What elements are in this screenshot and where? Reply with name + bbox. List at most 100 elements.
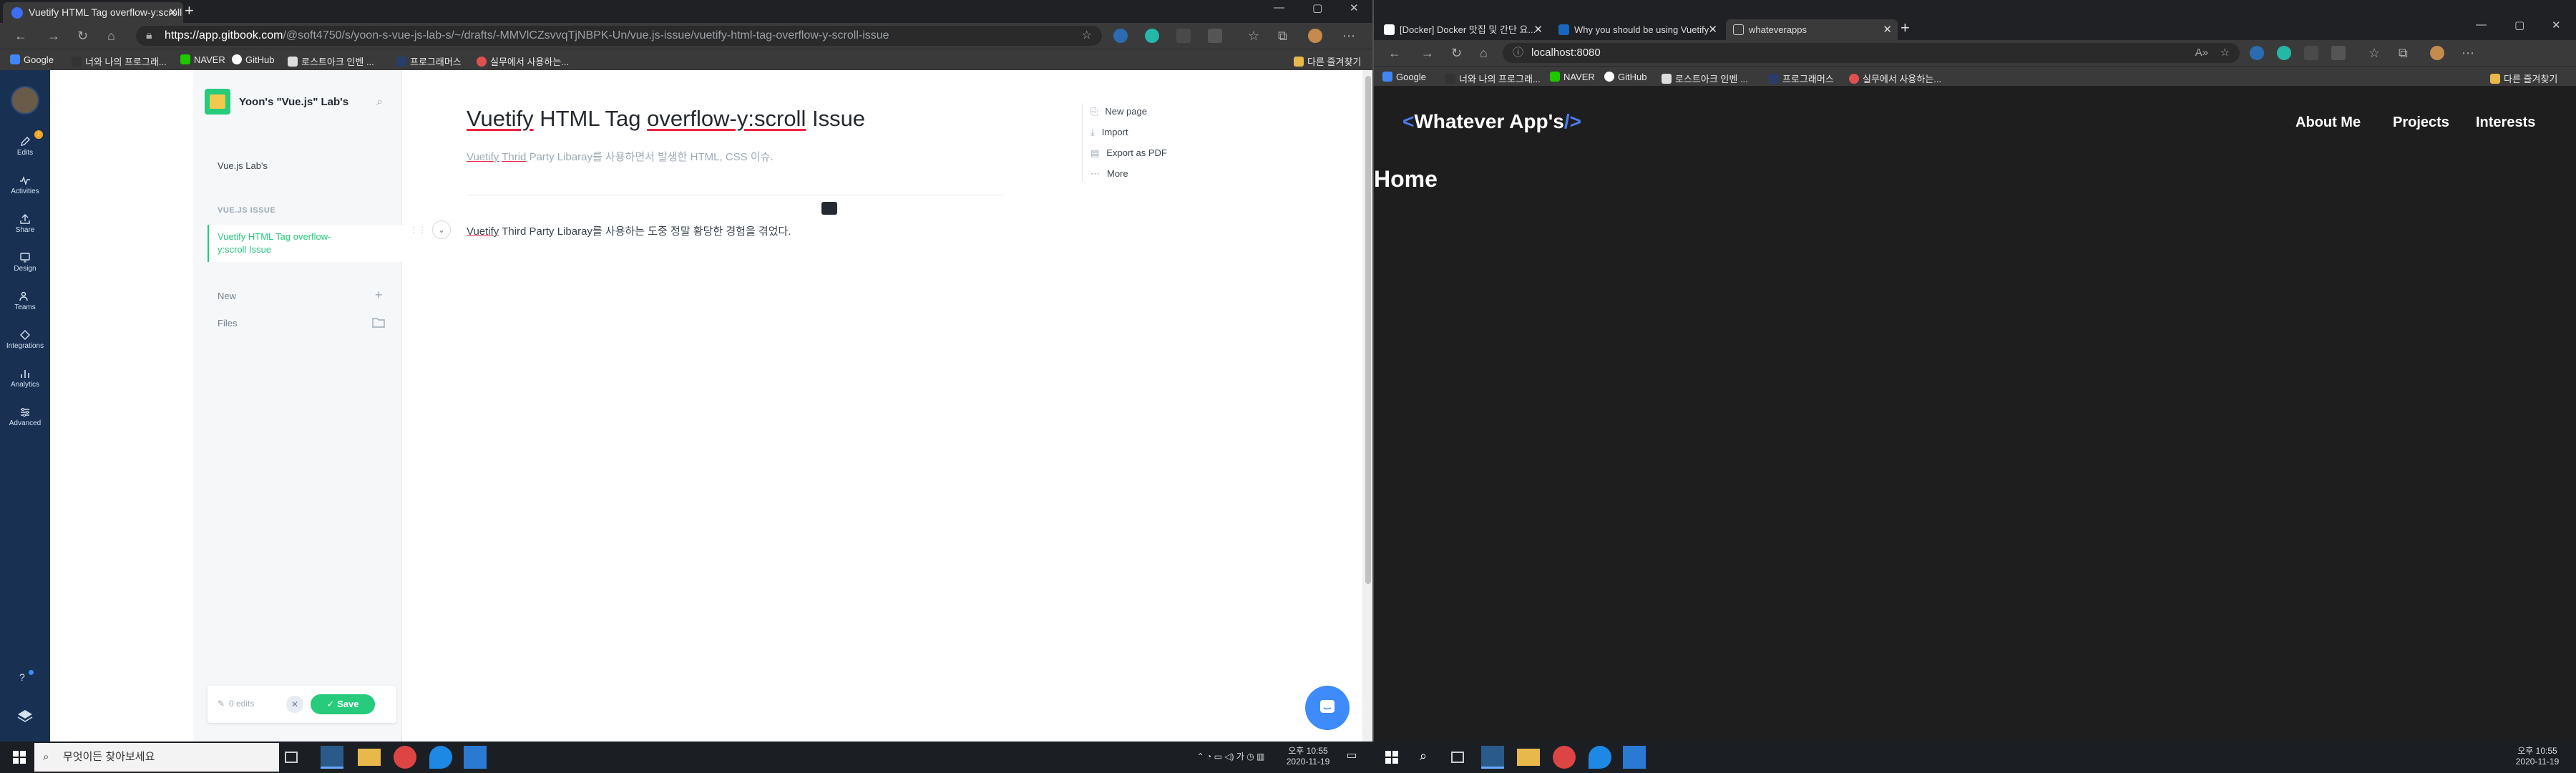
bookmark-item[interactable]: GitHub — [1604, 72, 1646, 82]
home-icon[interactable]: ⌂ — [1480, 46, 1488, 60]
more-action[interactable]: ⋯ More — [1091, 168, 1128, 180]
profile-avatar-icon[interactable] — [2430, 46, 2444, 60]
extension-icon[interactable] — [1113, 29, 1128, 43]
space-name[interactable]: Yoon's "Vue.js" Lab's — [239, 96, 348, 108]
block-toggle-icon[interactable]: ⌄ — [432, 220, 451, 239]
nav-interests[interactable]: Interests — [2476, 115, 2535, 131]
maximize-button[interactable]: ▢ — [1312, 1, 1322, 14]
windows-start-icon[interactable] — [1385, 751, 1398, 764]
rail-integrations[interactable]: Integrations — [0, 329, 50, 350]
brand-logo[interactable]: <Whatever App's/> — [1402, 110, 1581, 133]
close-tab-icon[interactable]: ✕ — [168, 2, 177, 23]
back-arrow-icon[interactable]: ← — [14, 29, 27, 43]
active-page-item[interactable]: Vuetify HTML Tag overflow-y:scroll Issue — [208, 225, 402, 262]
reload-icon[interactable]: ↻ — [77, 29, 88, 43]
files-label[interactable]: Files — [218, 318, 237, 329]
rail-share[interactable]: Share — [0, 213, 50, 234]
rail-teams[interactable]: Teams — [0, 291, 50, 311]
new-label[interactable]: New — [218, 291, 236, 301]
task-view-icon[interactable] — [1451, 752, 1464, 763]
close-window-button[interactable]: ✕ — [1350, 1, 1359, 14]
rail-design[interactable]: Design — [0, 252, 50, 273]
bookmark-item[interactable]: Google — [10, 54, 54, 65]
other-bookmarks-folder[interactable]: 다른 즐겨찾기 — [1294, 54, 1361, 68]
page-title[interactable]: Vuetify HTML Tag overflow-y:scroll Issue — [467, 106, 865, 132]
read-aloud-icon[interactable]: A» — [2195, 43, 2208, 63]
export-pdf-action[interactable]: ▤ Export as PDF — [1091, 147, 1167, 159]
back-arrow-icon[interactable]: ← — [1388, 46, 1401, 60]
rail-analytics[interactable]: Analytics — [0, 368, 50, 389]
more-menu-icon[interactable]: ⋯ — [2462, 46, 2474, 60]
file-explorer-icon[interactable] — [1517, 749, 1540, 766]
edge-taskbar-icon[interactable] — [1481, 746, 1504, 769]
add-block-tooltip-icon[interactable] — [821, 202, 837, 215]
rail-advanced[interactable]: Advanced — [0, 407, 50, 427]
search-icon[interactable]: ⌕ — [1420, 749, 1427, 764]
extension-icon[interactable] — [1145, 29, 1159, 43]
forward-arrow-icon[interactable]: → — [47, 29, 60, 43]
vuetify-extension-icon[interactable] — [1176, 29, 1191, 43]
bookmark-item[interactable]: 실무에서 사용하는... — [1849, 72, 1941, 85]
new-tab-button[interactable]: + — [185, 1, 194, 20]
bookmark-item[interactable]: GitHub — [232, 54, 274, 65]
forward-arrow-icon[interactable]: → — [1421, 46, 1434, 60]
discard-button[interactable]: ✕ — [286, 696, 303, 713]
rail-edits[interactable]: Edits — [0, 136, 50, 157]
system-tray-icons[interactable]: ⌃ ◔ ▭ ◁) 가 ◷ ▥ — [1188, 752, 1274, 762]
profile-avatar-icon[interactable] — [1308, 29, 1322, 43]
bookmark-item[interactable]: NAVER — [1550, 72, 1595, 82]
browser-tab[interactable]: [Docker] Docker 맛집 및 간단 요... ✕ — [1377, 19, 1548, 40]
maps-icon[interactable] — [1589, 746, 1611, 769]
extension-icon[interactable] — [2331, 46, 2346, 60]
scrollbar-thumb[interactable] — [1365, 76, 1371, 584]
windows-start-icon[interactable] — [13, 751, 26, 764]
folder-icon[interactable] — [372, 316, 385, 328]
close-window-button[interactable]: ✕ — [2552, 19, 2561, 31]
home-icon[interactable]: ⌂ — [107, 29, 115, 43]
gitbook-logo-icon[interactable] — [16, 707, 34, 723]
extension-icon[interactable] — [2250, 46, 2264, 60]
search-box[interactable]: ⌕ 무엇이든 찾아보세요 — [34, 743, 279, 772]
new-tab-button[interactable]: + — [1901, 19, 1910, 37]
bookmark-item[interactable]: NAVER — [180, 54, 225, 65]
chat-support-button[interactable] — [1305, 686, 1350, 730]
favorite-star-icon[interactable]: ☆ — [1082, 26, 1092, 46]
favorite-star-icon[interactable]: ☆ — [2220, 43, 2230, 63]
drag-handle-icon[interactable]: ⋮⋮ — [409, 225, 426, 235]
vue-devtools-icon[interactable] — [2304, 46, 2318, 60]
nav-projects[interactable]: Projects — [2393, 115, 2449, 131]
clock[interactable]: 오후 10:55 2020-11-19 — [1279, 746, 1337, 767]
edge-taskbar-icon[interactable] — [321, 746, 343, 769]
import-action[interactable]: ⤓ Import — [1091, 127, 1128, 138]
collections-icon[interactable]: ⧉ — [2399, 46, 2408, 60]
browser-tab-active[interactable]: Vuetify HTML Tag overflow-y:scroll Issue… — [3, 2, 183, 23]
vscode-icon[interactable] — [1623, 746, 1646, 769]
favorites-icon[interactable]: ☆ — [2368, 46, 2380, 60]
browser-tab[interactable]: Why you should be using Vuetify ✕ — [1551, 19, 1723, 40]
task-view-icon[interactable] — [285, 752, 298, 763]
add-icon[interactable]: + — [375, 288, 383, 303]
bookmark-item[interactable]: 프로그래머스 — [396, 54, 462, 68]
rail-activities[interactable]: Activities — [0, 175, 50, 195]
favorites-icon[interactable]: ☆ — [1248, 29, 1259, 43]
notification-icon[interactable]: ▭ — [1341, 750, 1362, 762]
minimize-button[interactable]: — — [1274, 1, 1284, 14]
address-bar[interactable]: 🔒︎ https://app.gitbook.com/@soft4750/s/y… — [136, 26, 1102, 46]
browser-tab-active[interactable]: whateverapps ✕ — [1726, 19, 1898, 40]
bookmark-item[interactable]: Google — [1382, 72, 1426, 82]
collections-icon[interactable]: ⧉ — [1278, 29, 1287, 43]
chrome-icon[interactable] — [394, 746, 416, 769]
new-page-action[interactable]: ⎘ New page — [1091, 106, 1147, 117]
address-bar[interactable]: ⓘ localhost:8080 A» ☆ — [1503, 43, 2240, 63]
bookmark-item[interactable]: 로스트아크 인벤 ... — [288, 54, 374, 68]
space-logo[interactable] — [205, 89, 230, 115]
extension-icon[interactable] — [2277, 46, 2291, 60]
minimize-button[interactable]: — — [2476, 19, 2487, 31]
bookmark-item[interactable]: 로스트아크 인벤 ... — [1662, 72, 1748, 85]
reload-icon[interactable]: ↻ — [1451, 46, 1462, 60]
bookmark-item[interactable]: 너와 나의 프로그래... — [72, 54, 167, 68]
clock[interactable]: 오후 10:55 2020-11-19 — [2509, 746, 2566, 767]
maximize-button[interactable]: ▢ — [2514, 19, 2524, 31]
chrome-icon[interactable] — [1553, 746, 1576, 769]
other-bookmarks-folder[interactable]: 다른 즐겨찾기 — [2490, 72, 2557, 85]
